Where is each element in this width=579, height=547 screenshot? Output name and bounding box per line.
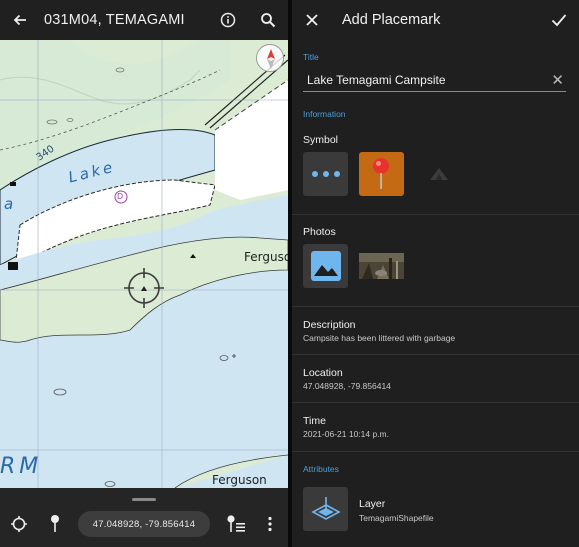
- time-value[interactable]: 2021-06-21 10:14 p.m.: [303, 429, 389, 439]
- clear-icon[interactable]: ✕: [551, 71, 564, 89]
- more-icon: [311, 171, 340, 177]
- rm-label: RM: [0, 454, 43, 479]
- symbol-option-tent[interactable]: [416, 152, 461, 196]
- map-top-bar: 031M04, TEMAGAMI: [0, 0, 288, 40]
- lake-partial-label: a: [4, 195, 14, 213]
- separator: [292, 214, 579, 215]
- information-section-label: Information: [303, 109, 346, 119]
- info-icon[interactable]: [208, 0, 248, 40]
- symbol-option-selected[interactable]: [359, 152, 404, 196]
- coordinates-display[interactable]: 47.048928, -79.856414: [78, 511, 210, 537]
- title-input-field[interactable]: Lake Temagami Campsite ✕: [303, 70, 566, 92]
- form-header: Add Placemark: [292, 0, 579, 40]
- layer-value[interactable]: TemagamiShapefile: [359, 513, 434, 523]
- pin-list-icon[interactable]: [224, 512, 248, 536]
- more-symbols-button[interactable]: [303, 152, 348, 196]
- form-title: Add Placemark: [342, 12, 441, 28]
- campsite-photo: [359, 253, 404, 279]
- crosshair-icon[interactable]: [7, 512, 31, 536]
- add-placemark-panel: Add Placemark Title Lake Temagami Campsi…: [292, 0, 579, 547]
- check-icon[interactable]: [539, 0, 579, 40]
- separator: [292, 402, 579, 403]
- map-pane: 031M04, TEMAGAMI 340 Lake a D Ferguso Fe…: [0, 0, 288, 547]
- title-input-value[interactable]: Lake Temagami Campsite: [307, 73, 446, 87]
- drag-handle[interactable]: [132, 498, 156, 501]
- d-marker: D: [117, 192, 124, 201]
- ferguson-label-top: Ferguso: [244, 250, 288, 264]
- search-icon[interactable]: [248, 0, 288, 40]
- description-value[interactable]: Campsite has been littered with garbage: [303, 333, 455, 343]
- symbol-label: Symbol: [303, 134, 339, 146]
- map-title: 031M04, TEMAGAMI: [44, 12, 185, 28]
- attributes-section-label: Attributes: [303, 464, 339, 474]
- separator: [292, 451, 579, 452]
- pin-icon[interactable]: [43, 512, 67, 536]
- photo-thumbnail[interactable]: [359, 244, 404, 288]
- title-section-label: Title: [303, 52, 319, 62]
- separator: [292, 354, 579, 355]
- map-bottom-bar: 47.048928, -79.856414: [0, 488, 288, 547]
- layer-icon[interactable]: [303, 487, 348, 531]
- photos-label: Photos: [303, 226, 336, 238]
- ferguson-label-bottom: Ferguson: [212, 473, 267, 487]
- close-icon[interactable]: [292, 0, 332, 40]
- time-label[interactable]: Time: [303, 415, 326, 427]
- topographic-map[interactable]: 340 Lake a D Ferguso Ferguson RM: [0, 40, 288, 488]
- tent-icon: [429, 168, 448, 180]
- map-canvas: [0, 40, 288, 488]
- compass-icon[interactable]: [256, 44, 284, 72]
- separator: [292, 306, 579, 307]
- layer-label[interactable]: Layer: [359, 498, 385, 510]
- arrow-left-icon[interactable]: [0, 0, 40, 40]
- add-photo-button[interactable]: [303, 244, 348, 288]
- location-value[interactable]: 47.048928, -79.856414: [303, 381, 391, 391]
- map-pin-icon: [372, 158, 389, 189]
- location-label[interactable]: Location: [303, 367, 343, 379]
- description-label[interactable]: Description: [303, 319, 356, 331]
- image-icon: [310, 251, 341, 281]
- more-vert-icon[interactable]: [258, 512, 282, 536]
